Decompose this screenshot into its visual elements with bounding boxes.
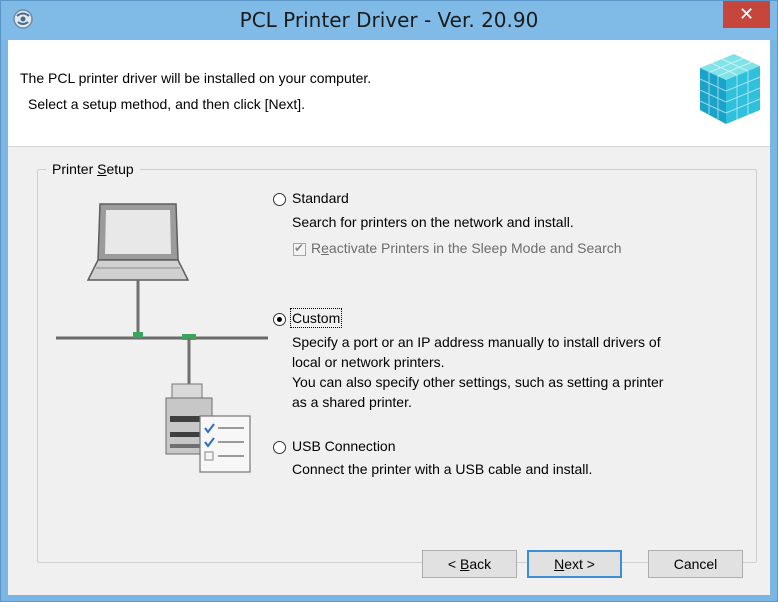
dialog-body: The PCL printer driver will be installed… [8, 40, 770, 595]
header-instruction-line2: Select a setup method, and then click [N… [28, 96, 306, 112]
dialog-header: The PCL printer driver will be installed… [8, 40, 770, 147]
custom-description-line1: Specify a port or an IP address manually… [292, 334, 661, 350]
reactivate-sleep-checkbox-label[interactable]: Reactivate Printers in the Sleep Mode an… [311, 240, 622, 256]
reactivate-sleep-checkbox[interactable] [293, 241, 306, 256]
printer-setup-group-label: Printer Setup [46, 161, 140, 177]
custom-description-line2: local or network printers. [292, 354, 445, 370]
title-bar[interactable]: PCL Printer Driver - Ver. 20.90 ✕ [1, 1, 777, 40]
cube-installer-icon [699, 54, 761, 124]
standard-description: Search for printers on the network and i… [292, 214, 574, 230]
close-icon: ✕ [738, 4, 755, 25]
laptop-icon [86, 203, 190, 281]
checklist-icon [199, 415, 251, 473]
close-button[interactable]: ✕ [723, 1, 770, 28]
custom-radio-label[interactable]: Custom [289, 308, 343, 328]
custom-description-line3: You can also specify other settings, suc… [292, 374, 664, 390]
window-title: PCL Printer Driver - Ver. 20.90 [239, 8, 539, 32]
usb-connection-radio-label[interactable]: USB Connection [292, 438, 396, 454]
installer-window: PCL Printer Driver - Ver. 20.90 ✕ The PC… [0, 0, 778, 602]
custom-radio[interactable] [273, 313, 286, 326]
network-setup-illustration [56, 203, 268, 473]
standard-radio-label[interactable]: Standard [292, 190, 349, 206]
back-button[interactable]: < Back [422, 550, 517, 578]
header-instruction-line1: The PCL printer driver will be installed… [20, 70, 372, 86]
usb-connection-description: Connect the printer with a USB cable and… [292, 461, 593, 477]
usb-connection-radio[interactable] [273, 441, 286, 454]
cancel-button[interactable]: Cancel [648, 550, 743, 578]
custom-description-line4: as a shared printer. [292, 394, 412, 410]
next-button[interactable]: Next > [527, 550, 622, 578]
standard-radio[interactable] [273, 193, 286, 206]
